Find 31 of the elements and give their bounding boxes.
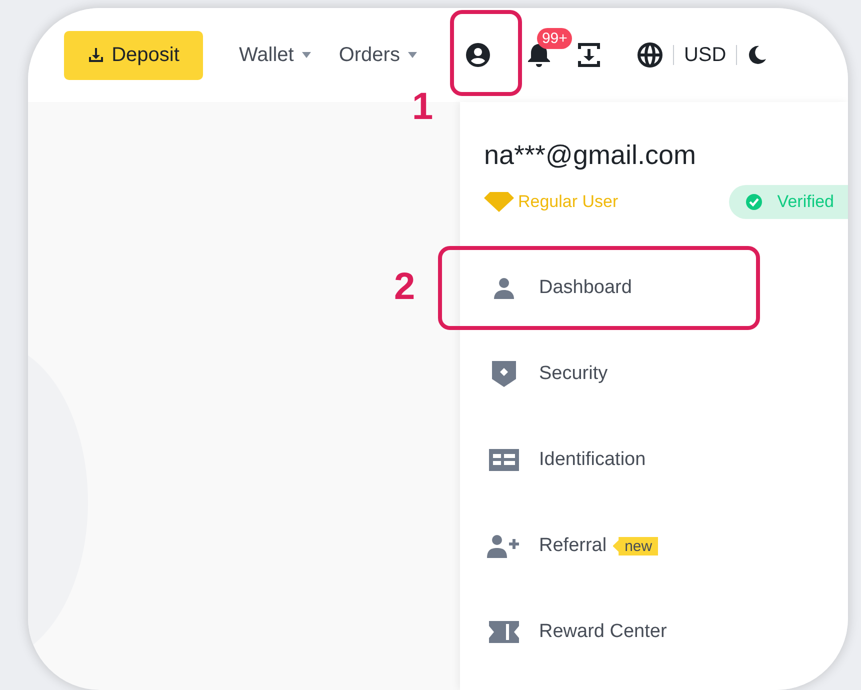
new-tag: new — [612, 536, 658, 556]
menu-item[interactable]: Dashboard — [539, 277, 632, 299]
moon-icon[interactable] — [747, 45, 768, 65]
add-person-icon — [487, 534, 521, 558]
diamond-icon — [484, 192, 514, 212]
globe-icon[interactable] — [636, 42, 663, 68]
verified-badge: Verified — [729, 185, 848, 219]
download-icon — [88, 47, 104, 63]
deposit-button[interactable]: Deposit — [64, 30, 203, 80]
person-icon — [491, 275, 517, 301]
account-icon — [464, 42, 491, 68]
ticket-icon — [489, 621, 519, 643]
step-number: 1 — [412, 88, 434, 126]
account-email: na***@gmail.com — [484, 140, 696, 171]
download-tray-icon[interactable] — [576, 42, 601, 68]
currency-selector[interactable]: USD — [684, 44, 726, 66]
bell-icon[interactable] — [526, 42, 551, 68]
nav-menu[interactable]: Wallet — [239, 44, 311, 66]
menu-item[interactable]: Security — [539, 363, 608, 385]
check-badge-icon — [745, 193, 764, 211]
id-card-icon — [489, 449, 519, 471]
notification-badge: 99+ — [536, 28, 572, 49]
caret-icon — [408, 52, 417, 58]
shield-icon — [491, 360, 517, 388]
nav-menu[interactable]: Orders — [338, 44, 417, 66]
step-number: 2 — [394, 268, 416, 306]
menu-item[interactable]: Identification — [539, 449, 646, 471]
caret-icon — [302, 52, 311, 58]
user-level: Regular User — [518, 192, 618, 212]
menu-item[interactable]: Reward Center — [539, 621, 667, 643]
menu-item[interactable]: Referral — [539, 535, 607, 557]
